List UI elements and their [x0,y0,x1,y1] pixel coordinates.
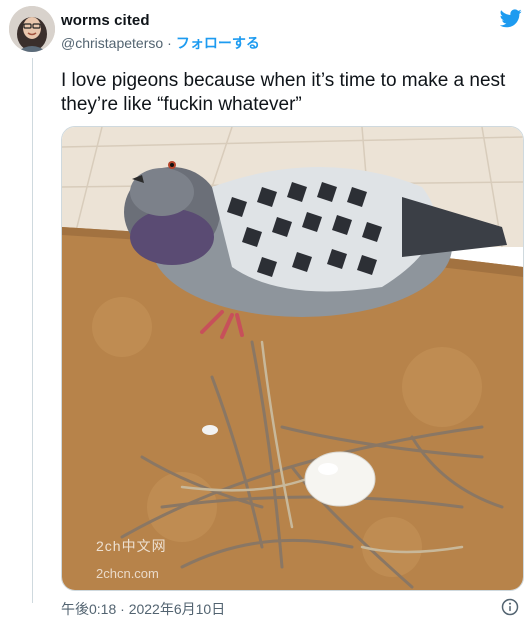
user-handle[interactable]: @christapeterso [61,35,163,51]
follow-button[interactable]: フォローする [176,35,260,51]
info-icon[interactable] [501,598,519,616]
display-name[interactable]: worms cited [61,12,150,29]
tweet-text-line2: they’re like “fuckin whatever” [61,94,302,115]
watermark-text: 2ch中文网 [96,538,167,554]
handle-row: @christapeterso · フォローする [61,33,260,53]
tweet-text-line1: I love pigeons because when it’s time to… [61,70,506,91]
tweet-text: I love pigeons because when it’s time to… [61,69,516,117]
tweet-card: worms cited @christapeterso · フォローする I lov… [0,0,529,620]
twitter-bird-icon[interactable] [500,9,522,28]
tweet-timestamp[interactable]: 午後0:18 · 2022年6月10日 [61,599,225,619]
tweet-photo[interactable] [61,126,524,591]
thread-line [32,58,33,603]
separator-dot: · [167,35,172,51]
watermark-url: 2chcn.com [96,566,159,581]
avatar[interactable] [9,6,55,52]
